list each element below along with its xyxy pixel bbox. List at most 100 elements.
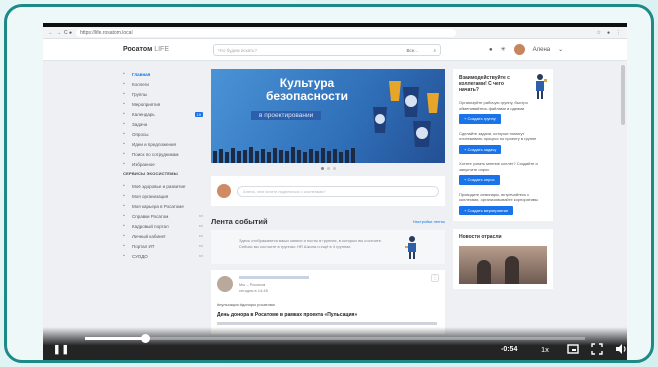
poll-icon: ▪ [123, 130, 125, 137]
create-button[interactable]: + Создать группу [459, 114, 501, 124]
site-search-input[interactable]: Что будем искать? Все... ⌕ [213, 44, 441, 56]
post-title[interactable]: День донора в Росатоме в рамках проекта … [217, 312, 357, 318]
onboarding-block: Проводите семинары, встречайтесь с колле… [459, 191, 547, 215]
browser-nav: ← → C [43, 30, 69, 36]
bookmark-icon[interactable]: ☆ [596, 30, 600, 36]
feed-info-note: Здесь отображаются ваши записи и посты в… [211, 230, 445, 264]
time-remaining: -0:54 [501, 346, 518, 353]
notifications-icon[interactable]: ✳ [501, 46, 506, 53]
sidebar-item[interactable]: ▪ Задачи [123, 119, 203, 129]
service-item[interactable]: ▪ Портал ИТ ▭ [123, 241, 203, 251]
promo-banner[interactable]: Культура безопасности в проектировании [211, 69, 445, 163]
chat-icon[interactable]: ● [489, 47, 493, 53]
post-input[interactable]: Алена, чем хотите поделиться с коллегами… [237, 185, 439, 197]
service-item[interactable]: ▪ Моё здоровье и развитие [123, 181, 203, 191]
subtitles-icon[interactable] [567, 342, 579, 354]
service-item[interactable]: ▪ Моя карьера в Росатоме [123, 201, 203, 211]
chevron-down-icon[interactable]: ⌄ [558, 46, 563, 53]
forward-icon[interactable]: → [56, 30, 61, 36]
reload-icon[interactable]: C [64, 30, 68, 36]
sidebar-item[interactable]: ▪ Мероприятия [123, 99, 203, 109]
sidebar-item-label: Главная [132, 71, 151, 77]
sidebar-item[interactable]: ▪ Поиск по сотрудникам [123, 149, 203, 159]
services-section-title: СЕРВИСЫ ЭКОСИСТЕМЫ [123, 171, 178, 176]
banner-subtitle: в проектировании [251, 111, 322, 120]
news-image[interactable] [459, 246, 547, 284]
person-silhouette [477, 260, 491, 284]
create-button[interactable]: + Создать задачу [459, 144, 502, 154]
sidebar-item[interactable]: ▪ Коллеги [123, 79, 203, 89]
search-scope-select[interactable]: Все... [406, 45, 418, 56]
logo-text: Росатом [123, 46, 153, 53]
health-icon: ▪ [123, 182, 125, 189]
search-icon[interactable]: ⌕ [433, 45, 436, 56]
sidebar-item-label: Коллеги [132, 81, 149, 87]
carousel-dot[interactable] [332, 167, 336, 170]
service-item[interactable]: ▪ Моя организация [123, 191, 203, 201]
right-column: Взаимодействуйте с коллегами! С чего нач… [453, 69, 553, 289]
service-item[interactable]: ▪ Справки Росатом ▭ [123, 211, 203, 221]
external-link-icon: ▭ [198, 223, 203, 228]
sidebar-item-label: Задачи [132, 121, 148, 127]
person-silhouette [505, 256, 519, 284]
avatar[interactable] [217, 276, 233, 292]
fullscreen-icon[interactable] [591, 342, 603, 355]
service-item-label: Моя карьера в Росатоме [132, 203, 184, 209]
back-icon[interactable]: ← [48, 30, 53, 36]
sidebar-item-label: Идеи и предложения [132, 141, 176, 147]
browser-actions: ☆ ● ⋮ [596, 30, 627, 36]
service-item-label: Портал ИТ [132, 243, 155, 249]
service-item[interactable]: ▪ Личный кабинет ▭ [123, 231, 203, 241]
video-player[interactable]: ← → C ● https://life.rosatom.local ☆ ● ⋮… [43, 23, 627, 360]
create-button[interactable]: + Создать опрос [459, 175, 500, 185]
external-link-icon: ▭ [198, 233, 203, 238]
suodo-icon: ▪ [123, 252, 125, 259]
sidebar-item[interactable]: ▪ Идеи и предложения [123, 139, 203, 149]
sidebar-item-label: Поиск по сотрудникам [132, 151, 179, 157]
onboarding-text: Сделайте задачи, которые помогут отслежи… [459, 130, 537, 142]
external-link-icon: ▭ [198, 243, 203, 248]
sidebar-item[interactable]: ▪ Избранное [123, 159, 203, 169]
tasks-icon: ▪ [123, 120, 125, 127]
service-item[interactable]: ▪ Кадровый портал ▭ [123, 221, 203, 231]
onboarding-text: Проводите семинары, встречайтесь с колле… [459, 191, 538, 203]
user-name[interactable]: Алена [533, 47, 551, 53]
service-item-label: Кадровый портал [132, 223, 169, 229]
idea-icon: ▪ [123, 140, 125, 147]
address-bar[interactable]: https://life.rosatom.local [76, 28, 457, 37]
profile-icon[interactable]: ● [607, 30, 610, 36]
sidebar-item[interactable]: ▪ Календарь 19 [123, 109, 203, 119]
browser-toolbar: ← → C ● https://life.rosatom.local ☆ ● ⋮ [43, 27, 627, 39]
site-logo[interactable]: Росатом LIFE [123, 46, 169, 53]
page-scrollbar[interactable] [621, 65, 625, 125]
browser-menu-icon[interactable]: ⋮ [616, 30, 621, 36]
post-author[interactable] [239, 276, 309, 279]
video-progress-bar[interactable] [85, 334, 585, 343]
progress-knob[interactable] [141, 334, 150, 343]
logo-suffix: LIFE [154, 46, 169, 53]
service-item[interactable]: ▪ СУОДО ▭ [123, 251, 203, 261]
slide-frame: ← → C ● https://life.rosatom.local ☆ ● ⋮… [4, 4, 654, 363]
carousel-dot[interactable] [320, 167, 324, 170]
helmets-illustration [373, 81, 439, 147]
search-placeholder: Что будем искать? [218, 48, 257, 53]
sidebar-item-label: Группы [132, 91, 147, 97]
industry-news-card: Новости отрасли [453, 229, 553, 289]
sidebar-item[interactable]: ▪ Главная [123, 69, 203, 79]
lock-icon: ● [69, 29, 73, 36]
post-composer: Алена, чем хотите поделиться с коллегами… [211, 176, 445, 206]
post-menu-icon[interactable]: ⋮ [431, 274, 439, 282]
post-text [217, 322, 437, 325]
feed-settings-link[interactable]: Настройки ленты [413, 219, 445, 224]
sidebar-item-label: Опросы [132, 131, 149, 137]
sidebar-item[interactable]: ▪ Группы [123, 89, 203, 99]
volume-icon[interactable] [615, 342, 627, 354]
create-button[interactable]: + Создать мероприятие [459, 205, 514, 215]
sidebar-item[interactable]: ▪ Опросы [123, 129, 203, 139]
carousel-dot[interactable] [326, 167, 330, 170]
user-avatar[interactable] [513, 44, 525, 55]
post-tags[interactable]: #пульсация #доноры росатома [217, 302, 275, 307]
pause-icon[interactable]: ❚❚ [53, 344, 70, 355]
playback-speed-button[interactable]: 1x [541, 345, 549, 354]
onboarding-title: Взаимодействуйте с коллегами! С чего нач… [459, 75, 510, 93]
